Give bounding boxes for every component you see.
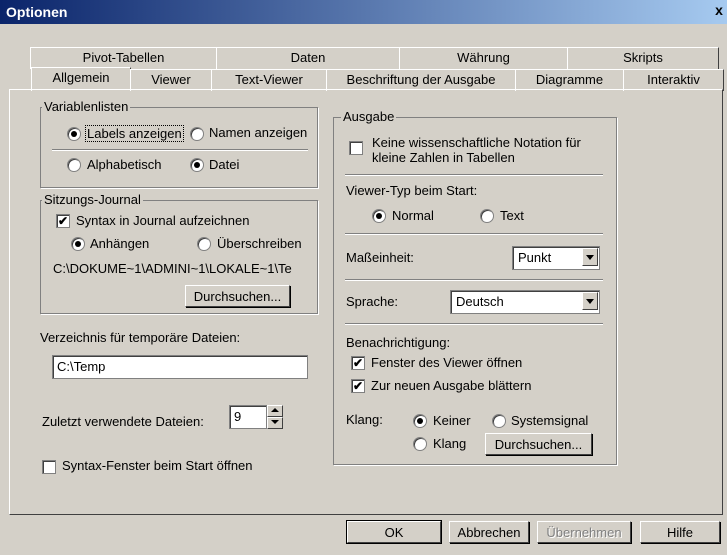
anhaengen-label[interactable]: Anhängen xyxy=(90,236,149,251)
language-label: Sprache: xyxy=(346,294,399,309)
anhaengen-radio[interactable] xyxy=(71,237,85,251)
chevron-down-icon[interactable] xyxy=(582,292,598,310)
viewer-text-label[interactable]: Text xyxy=(500,208,524,223)
language-select-value: Deutsch xyxy=(456,294,504,309)
tab-waehrung[interactable]: Währung xyxy=(399,47,568,69)
journal-path: C:\DOKUME~1\ADMINI~1\LOKALE~1\Te xyxy=(53,261,292,276)
recent-files-input[interactable]: 9 xyxy=(229,405,267,429)
sound-none-label[interactable]: Keiner xyxy=(433,413,471,428)
tab-diagramme[interactable]: Diagramme xyxy=(515,69,624,91)
tab-text-viewer[interactable]: Text-Viewer xyxy=(211,69,327,91)
viewer-type-label: Viewer-Typ beim Start: xyxy=(346,183,478,198)
ausgabe-separator-4 xyxy=(345,323,603,325)
tab-allgemein[interactable]: Allgemein xyxy=(31,67,131,91)
variablenlisten-separator xyxy=(52,149,308,151)
ok-button[interactable]: OK xyxy=(346,520,442,544)
viewer-normal-label[interactable]: Normal xyxy=(392,208,434,223)
help-button[interactable]: Hilfe xyxy=(640,521,720,543)
notation-checkbox[interactable] xyxy=(349,141,363,155)
cancel-button[interactable]: Abbrechen xyxy=(449,521,529,543)
open-viewer-checkbox[interactable]: ✔ xyxy=(351,356,365,370)
unit-label: Maßeinheit: xyxy=(346,250,414,265)
sound-klang-radio[interactable] xyxy=(413,437,427,451)
temp-dir-input[interactable]: C:\Temp xyxy=(52,355,308,379)
unit-select[interactable]: Punkt xyxy=(512,246,600,270)
viewer-normal-radio[interactable] xyxy=(372,209,386,223)
tab-beschriftung[interactable]: Beschriftung der Ausgabe xyxy=(326,69,516,91)
ausgabe-separator-1 xyxy=(345,174,603,176)
chevron-down-icon[interactable] xyxy=(582,248,598,266)
apply-button[interactable]: Übernehmen xyxy=(537,521,631,543)
tab-daten[interactable]: Daten xyxy=(216,47,400,69)
language-select[interactable]: Deutsch xyxy=(450,290,600,314)
unit-select-value: Punkt xyxy=(518,250,552,265)
sound-system-radio[interactable] xyxy=(492,414,506,428)
open-viewer-label[interactable]: Fenster des Viewer öffnen xyxy=(371,355,522,370)
journal-browse-button[interactable]: Durchsuchen... xyxy=(185,285,290,307)
sound-label: Klang: xyxy=(346,412,383,427)
ausgabe-separator-2 xyxy=(345,233,603,235)
temp-dir-label: Verzeichnis für temporäre Dateien: xyxy=(40,330,241,345)
ueberschreiben-label[interactable]: Überschreiben xyxy=(217,236,302,251)
spin-up-icon[interactable] xyxy=(267,405,283,417)
scroll-checkbox[interactable]: ✔ xyxy=(351,379,365,393)
notation-label-1[interactable]: Keine wissenschaftliche Notation für xyxy=(372,135,581,150)
namen-label[interactable]: Namen anzeigen xyxy=(209,125,307,140)
syntax-journal-label[interactable]: Syntax in Journal aufzeichnen xyxy=(76,213,249,228)
notation-label-2[interactable]: kleine Zahlen in Tabellen xyxy=(372,150,515,165)
scroll-label[interactable]: Zur neuen Ausgabe blättern xyxy=(371,378,531,393)
sound-none-radio[interactable] xyxy=(413,414,427,428)
viewer-text-radio[interactable] xyxy=(480,209,494,223)
journal-title: Sitzungs-Journal xyxy=(42,192,143,207)
variablenlisten-group xyxy=(40,107,318,188)
ausgabe-separator-3 xyxy=(345,279,603,281)
sound-system-label[interactable]: Systemsignal xyxy=(511,413,588,428)
tab-pivot-tabellen[interactable]: Pivot-Tabellen xyxy=(30,47,217,69)
variablenlisten-title: Variablenlisten xyxy=(42,99,131,114)
ueberschreiben-radio[interactable] xyxy=(197,237,211,251)
tab-interaktiv[interactable]: Interaktiv xyxy=(623,69,724,91)
syntax-journal-checkbox[interactable]: ✔ xyxy=(56,214,70,228)
window-title: Optionen xyxy=(6,4,68,20)
close-button[interactable]: x xyxy=(711,2,727,20)
ausgabe-title: Ausgabe xyxy=(341,109,397,124)
datei-radio[interactable] xyxy=(190,158,204,172)
sound-browse-button[interactable]: Durchsuchen... xyxy=(485,433,592,455)
notify-label: Benachrichtigung: xyxy=(346,335,451,350)
alphabetisch-label[interactable]: Alphabetisch xyxy=(87,157,161,172)
title-bar xyxy=(0,0,727,24)
labels-radio[interactable] xyxy=(67,127,81,141)
syntax-window-label[interactable]: Syntax-Fenster beim Start öffnen xyxy=(62,458,253,473)
namen-radio[interactable] xyxy=(190,127,204,141)
labels-label[interactable]: Labels anzeigen xyxy=(85,125,184,142)
tab-viewer[interactable]: Viewer xyxy=(130,69,212,91)
recent-files-label: Zuletzt verwendete Dateien: xyxy=(42,414,204,429)
spin-down-icon[interactable] xyxy=(267,417,283,429)
datei-label[interactable]: Datei xyxy=(209,157,239,172)
sound-klang-label[interactable]: Klang xyxy=(433,436,466,451)
tab-skripts[interactable]: Skripts xyxy=(567,47,719,69)
alphabetisch-radio[interactable] xyxy=(67,158,81,172)
syntax-window-checkbox[interactable] xyxy=(42,460,56,474)
